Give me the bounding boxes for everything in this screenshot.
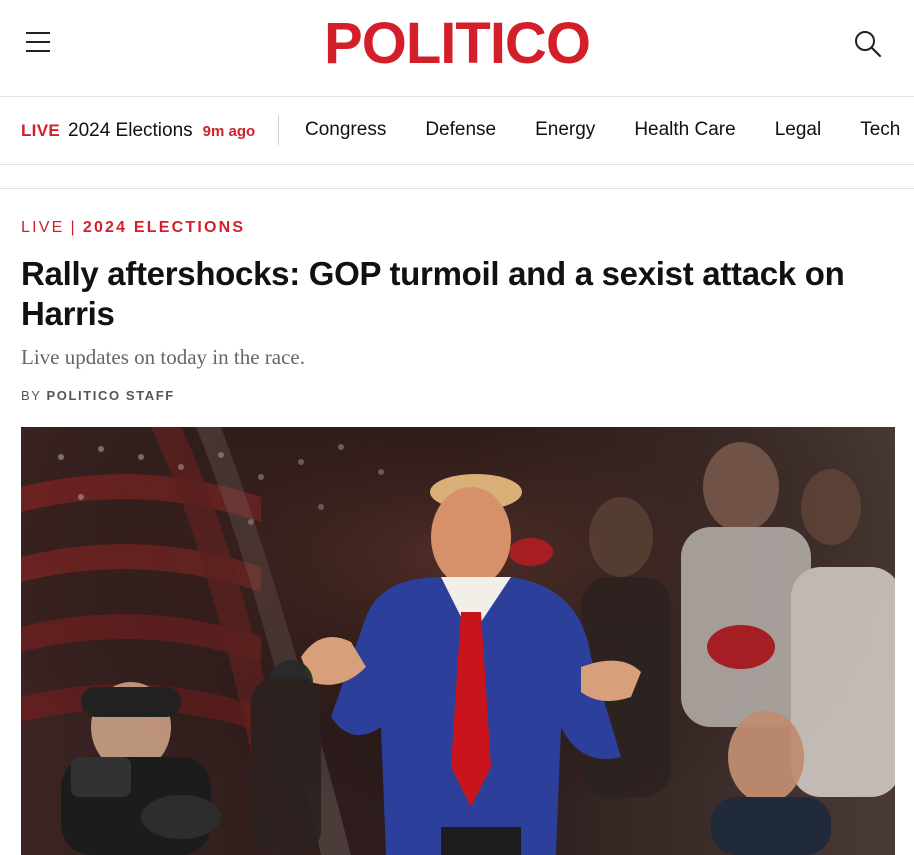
section-nav: LIVE 2024 Elections 9m ago Congress Defe… [0,97,914,164]
live-timestamp: 9m ago [202,123,256,140]
content-divider [0,188,914,189]
nav-separator [278,115,279,145]
lead-photo [21,427,895,855]
site-header: POLITICO [0,0,914,96]
kicker-live: LIVE [21,219,65,236]
nav-item-energy[interactable]: Energy [535,119,595,141]
nav-item-health-care[interactable]: Health Care [634,119,735,141]
byline-prefix: BY [21,388,42,403]
article-kicker: LIVE | 2024 ELECTIONS [21,219,245,237]
nav-divider [0,164,914,165]
politico-logo[interactable]: POLITICO [0,14,914,74]
live-elections-link[interactable]: LIVE 2024 Elections 9m ago [21,120,255,142]
byline: BY POLITICO STAFF [21,388,175,403]
article-headline: Rally aftershocks: GOP turmoil and a sex… [21,255,845,332]
live-tag: LIVE [21,121,60,140]
byline-author[interactable]: POLITICO STAFF [47,388,175,403]
search-icon[interactable] [852,28,884,60]
nav-item-defense[interactable]: Defense [425,119,496,141]
nav-item-congress[interactable]: Congress [305,119,386,141]
article-dek: Live updates on today in the race. [21,345,305,369]
nav-items: Congress Defense Energy Health Care Lega… [305,119,914,141]
kicker-separator: | [70,219,77,236]
nav-item-legal[interactable]: Legal [775,119,822,141]
lead-photo-illustration [21,427,895,855]
kicker-section-link[interactable]: 2024 ELECTIONS [83,219,245,236]
nav-item-tech[interactable]: Tech [860,119,900,141]
live-title: 2024 Elections [68,120,193,141]
